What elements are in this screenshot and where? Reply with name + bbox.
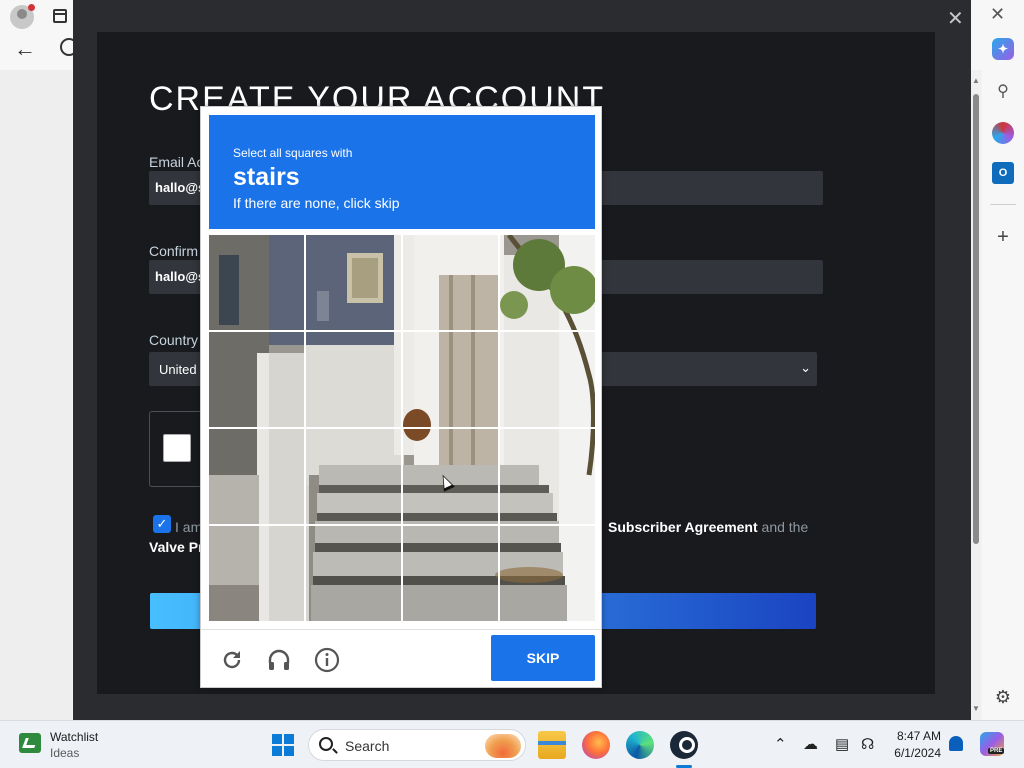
taskbar-search[interactable]: Search: [308, 729, 526, 761]
image-tile-7[interactable]: [403, 332, 499, 428]
edge-sidebar: ✦ ⚲ O + ⚙: [982, 30, 1024, 720]
back-arrow-icon[interactable]: ←: [14, 36, 36, 62]
challenge-target: stairs: [233, 163, 300, 191]
image-tile-12[interactable]: [500, 429, 596, 525]
pre-badge: PRE: [988, 748, 1005, 754]
scroll-down-icon[interactable]: ▼: [972, 704, 980, 713]
search-highlight-icon: [485, 734, 521, 758]
browser-close-icon[interactable]: ✕: [990, 4, 1005, 25]
modal-close-icon[interactable]: ✕: [947, 6, 964, 31]
image-tile-11[interactable]: [403, 429, 499, 525]
image-tile-15[interactable]: [403, 526, 499, 622]
image-tile-2[interactable]: [306, 235, 402, 331]
taskbar-search-placeholder: Search: [345, 738, 390, 754]
image-tile-6[interactable]: [306, 332, 402, 428]
sidebar-search-icon[interactable]: ⚲: [992, 80, 1014, 102]
skip-button[interactable]: SKIP: [491, 635, 595, 681]
agree-text: I am: [175, 519, 203, 535]
clock-date[interactable]: 6/1/2024: [888, 746, 941, 760]
outlook-icon[interactable]: O: [992, 162, 1014, 184]
steam-icon[interactable]: [670, 731, 698, 759]
m365-icon[interactable]: [992, 122, 1014, 144]
challenge-divider: [201, 629, 601, 630]
widget-title[interactable]: Watchlist: [50, 730, 98, 744]
email-label: Email Ac: [149, 154, 204, 170]
country-label: Country: [149, 332, 199, 348]
reload-icon[interactable]: [219, 647, 245, 673]
scroll-up-icon[interactable]: ▲: [972, 76, 980, 85]
sidebar-settings-gear-icon[interactable]: ⚙: [992, 686, 1014, 708]
stock-chart-icon[interactable]: [19, 733, 41, 753]
image-tile-4[interactable]: [500, 235, 596, 331]
image-tile-13[interactable]: [209, 526, 305, 622]
volume-icon[interactable]: ☊: [861, 735, 874, 753]
onedrive-icon[interactable]: ☁: [803, 735, 818, 753]
challenge-instruction: Select all squares with: [233, 146, 353, 160]
page-scroll-thumb[interactable]: [973, 94, 979, 544]
image-tile-9[interactable]: [209, 429, 305, 525]
chevron-down-icon: ⌄: [800, 360, 811, 375]
image-tile-5[interactable]: [209, 332, 305, 428]
privacy-policy-link[interactable]: Valve Pr: [149, 539, 204, 555]
chevron-up-icon[interactable]: ⌃: [774, 735, 787, 753]
confirm-email-label: Confirm: [149, 243, 199, 259]
image-tile-3[interactable]: [403, 235, 499, 331]
widget-subtitle: Ideas: [50, 746, 80, 760]
image-tile-10[interactable]: [306, 429, 402, 525]
tab-actions-icon[interactable]: [53, 9, 67, 23]
network-icon[interactable]: ▤: [835, 735, 849, 753]
clock-time[interactable]: 8:47 AM: [893, 729, 941, 743]
page-scrollbar[interactable]: ▲ ▼: [971, 70, 981, 720]
copilot-icon[interactable]: ✦: [992, 38, 1014, 60]
notification-bell-icon[interactable]: [949, 736, 963, 751]
search-icon: [319, 737, 333, 751]
headphones-icon[interactable]: [266, 647, 292, 673]
windows-start-icon[interactable]: [272, 734, 294, 756]
challenge-hint: If there are none, click skip: [233, 195, 400, 211]
file-explorer-icon[interactable]: [538, 731, 566, 759]
image-tile-14[interactable]: [306, 526, 402, 622]
sidebar-divider: [990, 204, 1016, 205]
info-icon[interactable]: [314, 647, 340, 673]
taskbar: Watchlist Ideas Search ⌃ ☁ ▤ ☊ 8:47 AM 6…: [0, 720, 1024, 768]
image-tile-16[interactable]: [500, 526, 596, 622]
recaptcha-checkbox[interactable]: [163, 434, 191, 462]
image-tile-8[interactable]: [500, 332, 596, 428]
confirm-email-field-value: hallo@s: [155, 269, 206, 284]
firefox-icon[interactable]: [582, 731, 610, 759]
notification-dot: [28, 4, 35, 11]
agree-text-continued: Subscriber Agreement and the: [608, 519, 808, 535]
page-background-left: [0, 70, 72, 720]
image-tile-1[interactable]: [209, 235, 305, 331]
recaptcha-challenge: Select all squares with stairs If there …: [200, 106, 602, 688]
add-sidebar-app-icon[interactable]: +: [992, 226, 1014, 248]
challenge-header: Select all squares with stairs If there …: [209, 115, 595, 229]
subscriber-agreement-link[interactable]: Subscriber Agreement: [608, 519, 758, 535]
agree-mid-text: and the: [761, 519, 809, 535]
challenge-image-grid: [209, 235, 595, 621]
email-field-value: hallo@s: [155, 180, 206, 195]
country-select-value: United: [159, 362, 197, 377]
edge-icon[interactable]: [626, 731, 654, 759]
agree-checkbox[interactable]: ✓: [153, 515, 171, 533]
